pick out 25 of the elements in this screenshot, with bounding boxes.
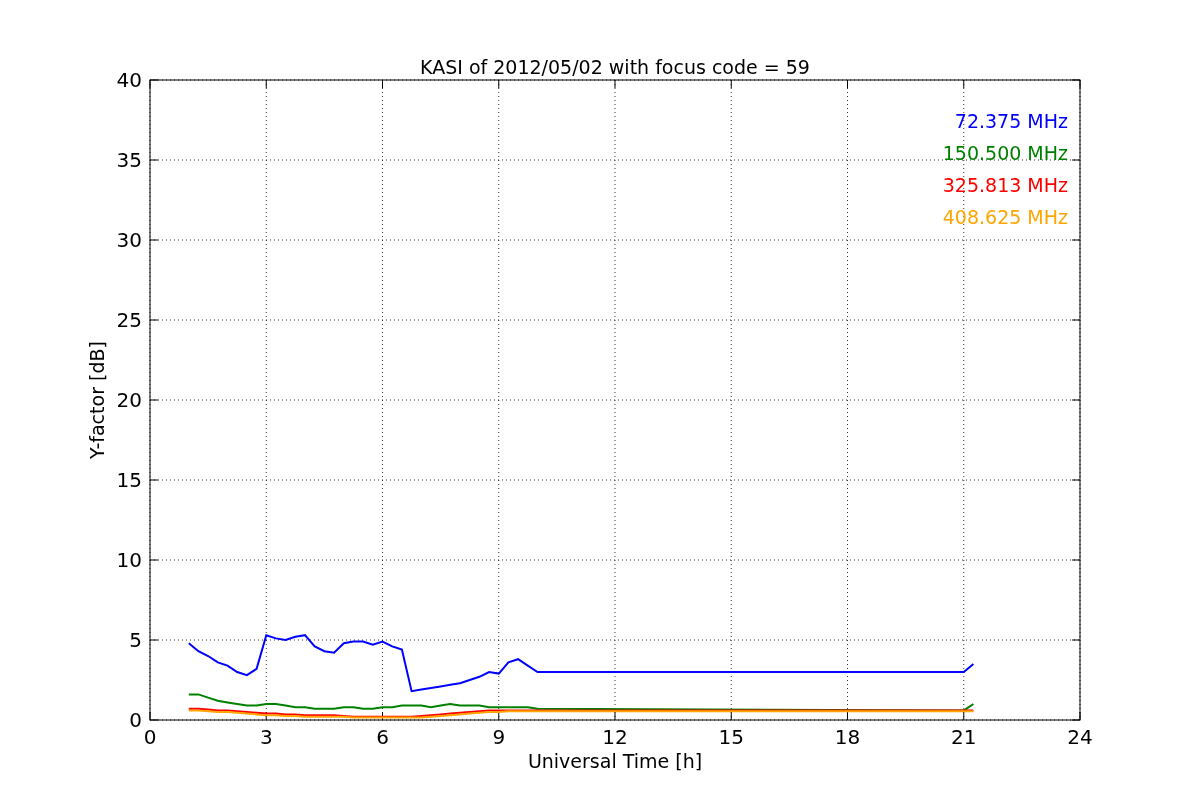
y-tick-label: 10: [116, 548, 142, 572]
y-tick-label: 0: [129, 708, 142, 732]
x-tick-label: 9: [492, 725, 506, 749]
y-tick-label: 20: [116, 388, 142, 412]
y-tick-label: 15: [116, 468, 142, 492]
y-tick-label: 25: [116, 308, 142, 332]
y-tick-label: 40: [116, 68, 142, 92]
legend-label: 408.625 MHz: [942, 206, 1068, 228]
x-tick-label: 12: [602, 725, 628, 749]
legend-label: 72.375 MHz: [954, 110, 1068, 132]
x-tick-label: 3: [259, 725, 273, 749]
x-tick-label: 0: [143, 725, 157, 749]
y-axis-label: Y-factor [dB]: [86, 341, 108, 459]
y-tick-label: 5: [129, 628, 142, 652]
x-tick-label: 18: [834, 725, 861, 749]
x-axis-label: Universal Time [h]: [527, 750, 703, 772]
y-tick-label: 35: [116, 148, 142, 172]
x-tick-label: 6: [376, 725, 389, 749]
legend-label: 150.500 MHz: [942, 142, 1068, 164]
chart-title: KASI of 2012/05/02 with focus code = 59: [420, 56, 810, 78]
x-tick-label: 21: [951, 725, 977, 749]
x-tick-label: 15: [718, 725, 744, 749]
y-tick-label: 30: [116, 228, 142, 252]
x-tick-label: 24: [1067, 725, 1093, 749]
legend-label: 325.813 MHz: [942, 174, 1068, 196]
